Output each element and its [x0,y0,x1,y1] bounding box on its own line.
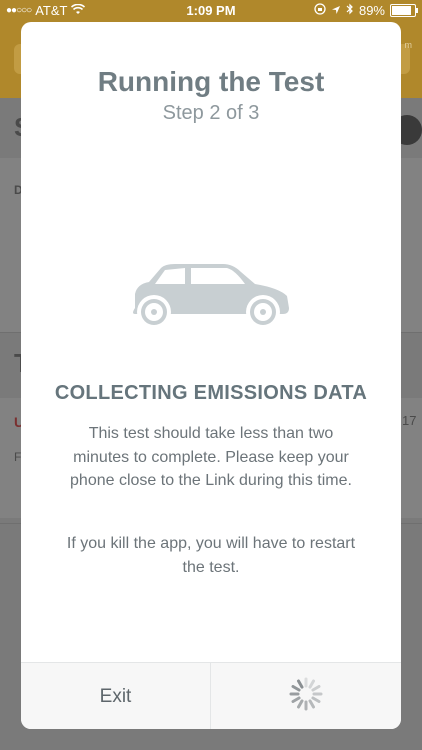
spinner-spoke [297,679,304,689]
background-header-hint: m [404,40,413,50]
bluetooth-icon [346,3,354,18]
battery-icon [390,4,418,17]
spinner-spoke [291,685,301,692]
lock-rotation-icon [314,3,326,18]
dialog-title: Running the Test [97,66,325,97]
status-heading: COLLECTING EMISSIONS DATA [54,382,368,404]
background-text: 17 [402,413,417,428]
spinner-icon [288,676,324,717]
spinner-spoke [308,699,315,709]
battery-percentage: 89% [358,3,385,18]
test-progress-dialog: Running the Test Step 2 of 3 COLLECTING … [21,22,401,729]
warning-text: If you kill the app, you will have to re… [66,535,356,576]
location-icon [331,3,341,18]
spinner-spoke [311,696,321,703]
step-indicator: Step 2 of 3 [162,102,260,124]
spinner-spoke [311,685,321,692]
spinner-spoke [308,679,315,689]
loading-indicator [211,663,401,729]
dialog-footer: Exit [21,662,401,729]
car-icon [127,260,293,330]
exit-button[interactable]: Exit [21,663,211,729]
status-bar: ●●○○○ AT&T 1:09 PM 89% [0,0,422,22]
instructions-text: This test should take less than two minu… [70,425,352,489]
spinner-spoke [291,696,301,703]
spinner-spoke [297,699,304,709]
